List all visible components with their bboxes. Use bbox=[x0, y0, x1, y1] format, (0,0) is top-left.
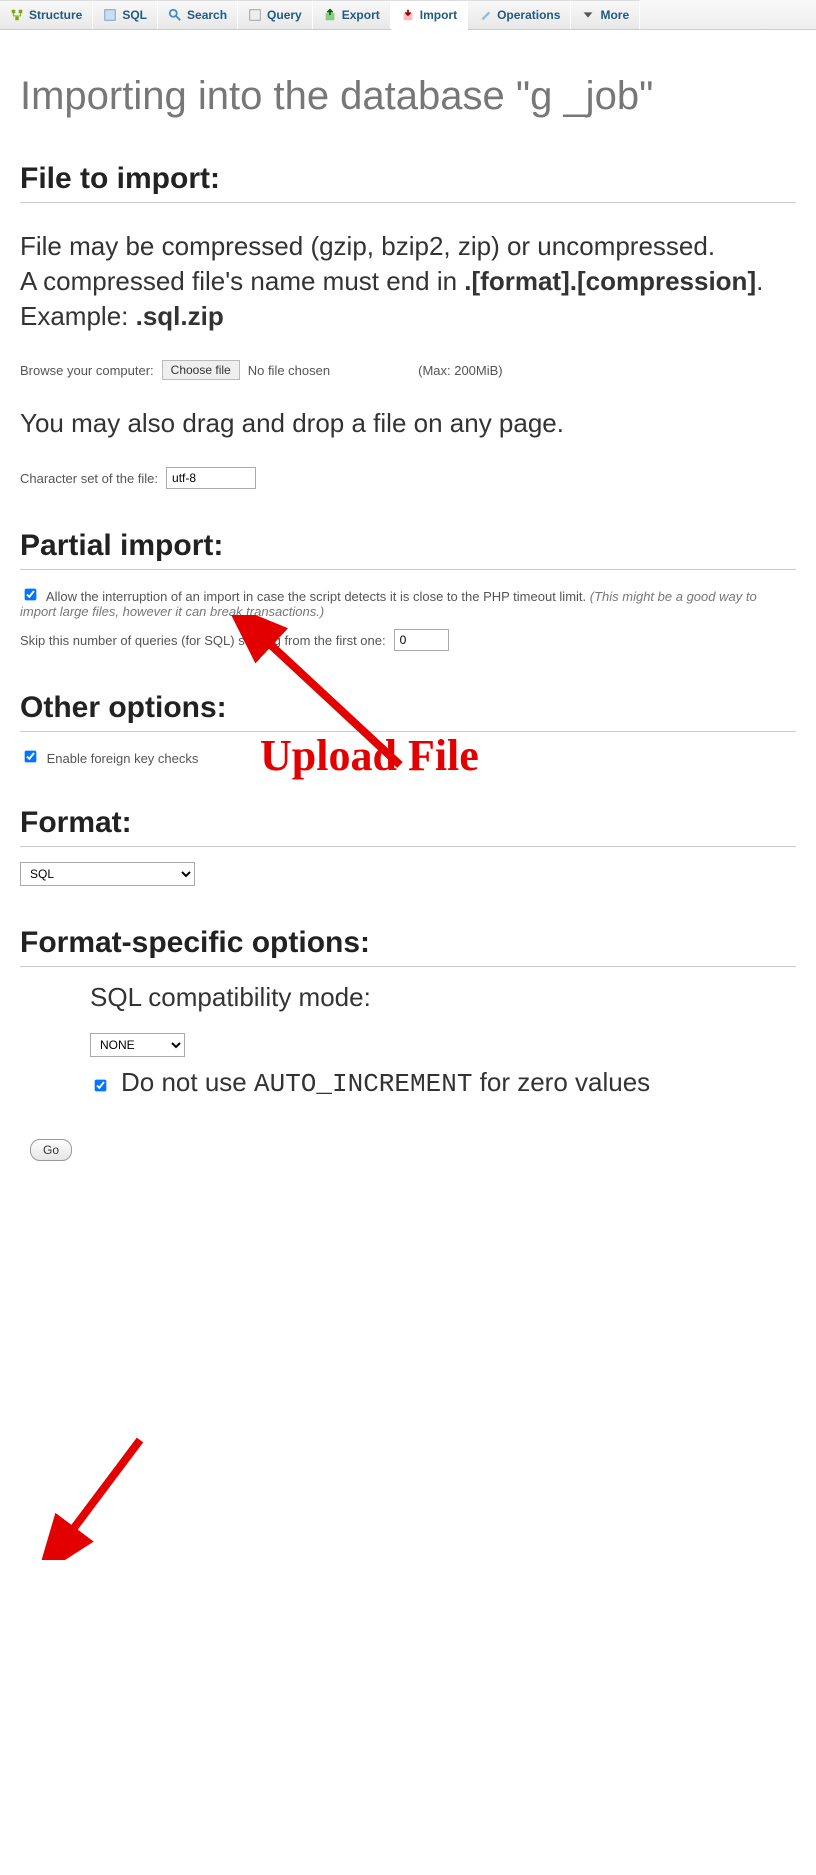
charset-input[interactable] bbox=[166, 467, 256, 489]
skip-queries-input[interactable] bbox=[394, 629, 449, 651]
main-content: Importing into the database "g _job" Fil… bbox=[0, 30, 816, 1191]
file-desc-line2a: A compressed file's name must end in bbox=[20, 266, 464, 296]
max-size-note: (Max: 200MiB) bbox=[418, 363, 503, 378]
file-desc-example: .sql.zip bbox=[136, 301, 224, 331]
file-desc-format: .[format].[compression] bbox=[464, 266, 756, 296]
tab-label: Export bbox=[342, 8, 380, 22]
fk-row: Enable foreign key checks bbox=[20, 747, 796, 766]
tab-label: Structure bbox=[29, 8, 82, 22]
allow-interrupt-checkbox[interactable] bbox=[25, 589, 37, 601]
tab-export[interactable]: Export bbox=[313, 0, 391, 29]
structure-icon bbox=[10, 8, 24, 22]
file-import-heading: File to import: bbox=[20, 162, 796, 203]
tab-more[interactable]: More bbox=[571, 0, 640, 29]
tab-label: SQL bbox=[122, 8, 147, 22]
charset-row: Character set of the file: bbox=[20, 467, 796, 489]
sql-compat-select[interactable]: NONE bbox=[90, 1033, 185, 1057]
no-autoincrement-row: Do not use AUTO_INCREMENT for zero value… bbox=[90, 1067, 796, 1099]
annotation-arrow-go bbox=[40, 1430, 160, 1560]
export-icon bbox=[323, 8, 337, 22]
tab-sql[interactable]: SQL bbox=[93, 0, 158, 29]
tab-label: Search bbox=[187, 8, 227, 22]
partial-import-heading: Partial import: bbox=[20, 529, 796, 570]
tab-label: Import bbox=[420, 8, 457, 22]
search-icon bbox=[168, 8, 182, 22]
no-autoincrement-mono: AUTO_INCREMENT bbox=[254, 1069, 472, 1099]
allow-interrupt-label: Allow the interruption of an import in c… bbox=[46, 589, 590, 604]
tab-label: Query bbox=[267, 8, 302, 22]
tab-import[interactable]: Import bbox=[391, 0, 468, 30]
skip-queries-label: Skip this number of queries (for SQL) st… bbox=[20, 633, 386, 648]
foreign-key-checkbox[interactable] bbox=[25, 751, 37, 763]
tab-operations[interactable]: Operations bbox=[468, 0, 571, 29]
browse-label: Browse your computer: bbox=[20, 363, 154, 378]
no-autoincrement-checkbox[interactable] bbox=[95, 1080, 107, 1092]
skip-queries-row: Skip this number of queries (for SQL) st… bbox=[20, 629, 796, 651]
format-specific-sub: SQL compatibility mode: NONE Do not use … bbox=[90, 982, 796, 1099]
tab-structure[interactable]: Structure bbox=[0, 0, 93, 29]
file-desc-line1: File may be compressed (gzip, bzip2, zip… bbox=[20, 231, 715, 261]
tab-label: More bbox=[600, 8, 629, 22]
tab-search[interactable]: Search bbox=[158, 0, 238, 29]
query-icon bbox=[248, 8, 262, 22]
format-select[interactable]: SQL bbox=[20, 862, 195, 886]
format-row: SQL bbox=[20, 862, 796, 886]
charset-label: Character set of the file: bbox=[20, 471, 158, 486]
format-heading: Format: bbox=[20, 806, 796, 847]
go-button[interactable]: Go bbox=[30, 1139, 72, 1161]
no-autoincrement-text-a: Do not use bbox=[121, 1067, 254, 1097]
file-description: File may be compressed (gzip, bzip2, zip… bbox=[20, 229, 796, 334]
no-file-chosen-text: No file chosen bbox=[248, 363, 330, 378]
browse-row: Browse your computer: Choose file No fil… bbox=[20, 360, 796, 380]
choose-file-button[interactable]: Choose file bbox=[162, 360, 240, 380]
allow-interrupt-row: Allow the interruption of an import in c… bbox=[20, 585, 796, 619]
chevron-down-icon bbox=[581, 8, 595, 22]
tab-query[interactable]: Query bbox=[238, 0, 313, 29]
sql-compat-label: SQL compatibility mode: bbox=[90, 982, 796, 1013]
dragdrop-note: You may also drag and drop a file on any… bbox=[20, 406, 796, 441]
operations-icon bbox=[478, 8, 492, 22]
foreign-key-label: Enable foreign key checks bbox=[47, 751, 199, 766]
sql-icon bbox=[103, 8, 117, 22]
page-title: Importing into the database "g _job" bbox=[20, 70, 796, 122]
format-specific-heading: Format-specific options: bbox=[20, 926, 796, 967]
top-nav: Structure SQL Search Query Export Import bbox=[0, 0, 816, 30]
other-options-heading: Other options: bbox=[20, 691, 796, 732]
no-autoincrement-text-b: for zero values bbox=[472, 1067, 650, 1097]
tab-label: Operations bbox=[497, 8, 560, 22]
import-icon bbox=[401, 8, 415, 22]
